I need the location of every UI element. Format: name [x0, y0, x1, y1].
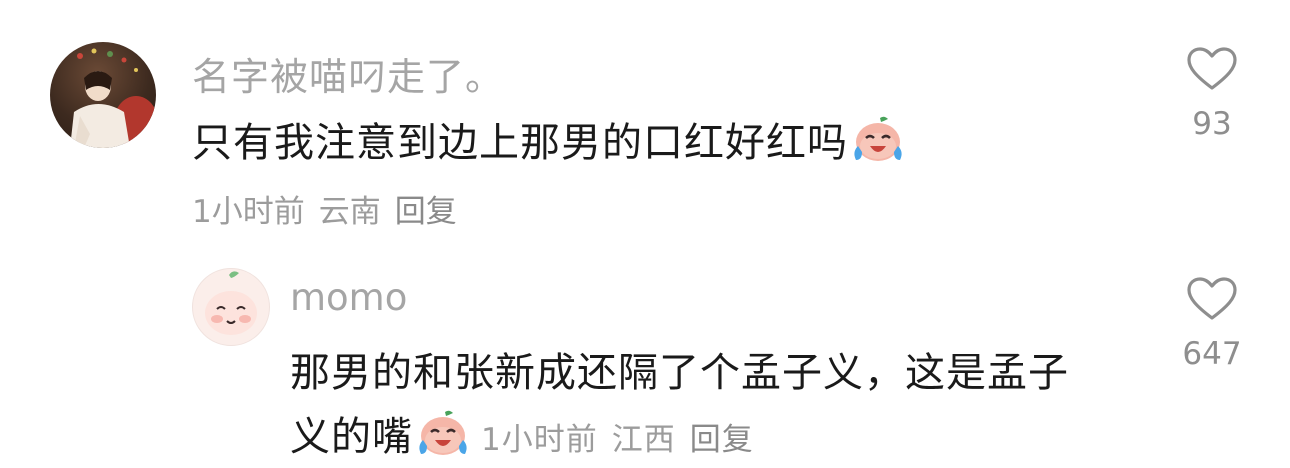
- comment-time: 1小时前: [481, 422, 598, 458]
- crying-laughing-peach-emoji: [850, 116, 906, 174]
- avatar[interactable]: [50, 42, 156, 148]
- heart-outline-icon[interactable]: [1186, 276, 1238, 322]
- comment-username[interactable]: 名字被喵叼走了。: [192, 46, 504, 101]
- reply-button[interactable]: 回复: [690, 422, 754, 458]
- comment-text-line-1: 那男的和张新成还隔了个孟子义，这是孟子: [290, 350, 1069, 396]
- avatar[interactable]: [192, 268, 270, 346]
- comment-text-content: 只有我注意到边上那男的口红好红吗: [192, 120, 848, 166]
- like-count: 647: [1182, 336, 1242, 372]
- comment-item: 名字被喵叼走了。 只有我注意到边上那男的口红好红吗 1小时前 云南 回复 93: [0, 0, 1290, 240]
- comment-meta: 1小时前 江西 回复: [481, 422, 768, 458]
- comment-time: 1小时前: [192, 194, 305, 230]
- comment-location: 云南: [318, 194, 381, 230]
- avatar-photo: [70, 48, 156, 148]
- like-count: 93: [1192, 106, 1232, 142]
- comment-meta: 1小时前 云南 回复: [192, 186, 471, 231]
- crying-laughing-peach-emoji: [415, 410, 471, 468]
- like-button[interactable]: 647: [1172, 276, 1252, 372]
- like-button[interactable]: 93: [1172, 46, 1252, 142]
- reply-comment-item: momo 那男的和张新成还隔了个孟子义，这是孟子 义的嘴 1小时前 江西 回复 64…: [0, 240, 1290, 460]
- peach-character-avatar: [205, 271, 257, 335]
- comment-text-line-2: 义的嘴 1小时前 江西 回复: [290, 404, 768, 468]
- comment-text: 只有我注意到边上那男的口红好红吗: [192, 110, 906, 174]
- comment-location: 江西: [611, 422, 676, 458]
- reply-button[interactable]: 回复: [395, 194, 457, 230]
- comment-text-content: 义的嘴: [290, 414, 413, 460]
- heart-outline-icon[interactable]: [1186, 46, 1238, 92]
- comment-username[interactable]: momo: [290, 276, 407, 319]
